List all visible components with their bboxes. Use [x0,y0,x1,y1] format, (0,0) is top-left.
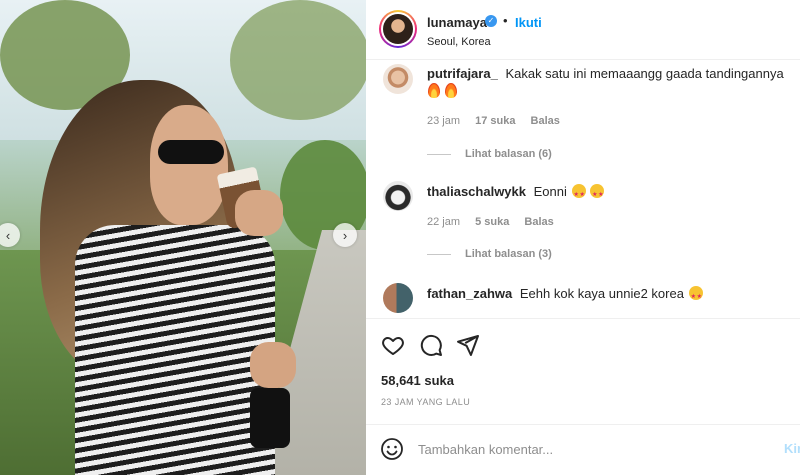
star-struck-emoji-icon [590,184,605,204]
replies-divider [427,153,451,155]
comment-meta: 23 jam 17 suka Balas [427,115,572,127]
fire-emoji-icon [444,83,457,99]
comment-meta: 22 jam 5 suka Balas [427,216,566,228]
star-struck-emoji-icon [688,286,703,306]
commenter-avatar[interactable] [383,283,413,313]
author-username[interactable]: lunamaya [427,15,487,30]
photo-hand [235,190,283,236]
photo-jacket [75,225,275,475]
post-header: lunamaya ✓ • Ikuti Seoul, Korea [366,0,800,60]
chevron-right-icon: › [342,227,348,243]
commenter-avatar[interactable] [383,181,413,211]
likes-count[interactable]: 58,641 suka [381,373,454,388]
photo-bag [250,388,290,448]
comment-text: putrifajara_ Kakak satu ini memaaangg ga… [427,65,797,102]
commenter-avatar[interactable] [383,64,413,94]
comment-text: fathan_zahwa Eehh kok kaya unnie2 korea [427,285,797,306]
replies-divider [427,253,451,255]
post-photo[interactable]: ‹ › [0,0,366,475]
follow-button[interactable]: Ikuti [515,15,542,30]
star-struck-emoji-icon [571,184,586,204]
commenter-username[interactable]: thaliaschalwykk [427,184,526,199]
comment-text: thaliaschalwykk Eonni [427,183,797,204]
photo-face [150,105,228,225]
comment-body: Kakak satu ini memaaangg gaada tandingan… [505,66,784,81]
verified-badge-icon: ✓ [485,15,497,27]
reply-button[interactable]: Balas [524,216,553,228]
comment-likes[interactable]: 17 suka [475,115,515,127]
post-location[interactable]: Seoul, Korea [427,36,491,48]
carousel-prev-button[interactable]: ‹ [0,223,20,247]
comment-body: Eehh kok kaya unnie2 korea [519,286,684,301]
view-replies-button[interactable]: Lihat balasan (3) [427,248,552,260]
comment-input[interactable] [418,437,748,461]
view-replies-button[interactable]: Lihat balasan (6) [427,148,552,160]
commenter-username[interactable]: putrifajara_ [427,66,498,81]
reply-button[interactable]: Balas [531,115,560,127]
post-detail-panel: lunamaya ✓ • Ikuti Seoul, Korea putrifaj… [366,0,800,475]
commenter-username[interactable]: fathan_zahwa [427,286,512,301]
comment-time: 22 jam [427,216,461,228]
photo-tree [230,0,366,120]
heart-icon[interactable] [381,333,405,357]
emoji-icon[interactable] [380,437,404,461]
comment-time: 23 jam [427,115,461,127]
separator-dot: • [503,13,508,28]
post-comment-button[interactable]: Kirim [784,441,800,456]
comment-likes[interactable]: 5 suka [475,216,509,228]
comment-icon[interactable] [419,333,443,357]
carousel-next-button[interactable]: › [333,223,357,247]
chevron-left-icon: ‹ [5,227,11,243]
add-comment-bar: Kirim [366,424,800,475]
photo-sunglasses [158,140,224,164]
post-actions: 58,641 suka 23 JAM YANG LALU [366,318,800,428]
post-time: 23 JAM YANG LALU [381,397,471,407]
author-avatar[interactable] [379,10,417,48]
share-icon[interactable] [456,333,480,357]
fire-emoji-icon [428,83,440,99]
comments-list[interactable]: putrifajara_ Kakak satu ini memaaangg ga… [366,60,800,318]
comment-body: Eonni [533,184,567,199]
photo-hand [250,342,296,388]
